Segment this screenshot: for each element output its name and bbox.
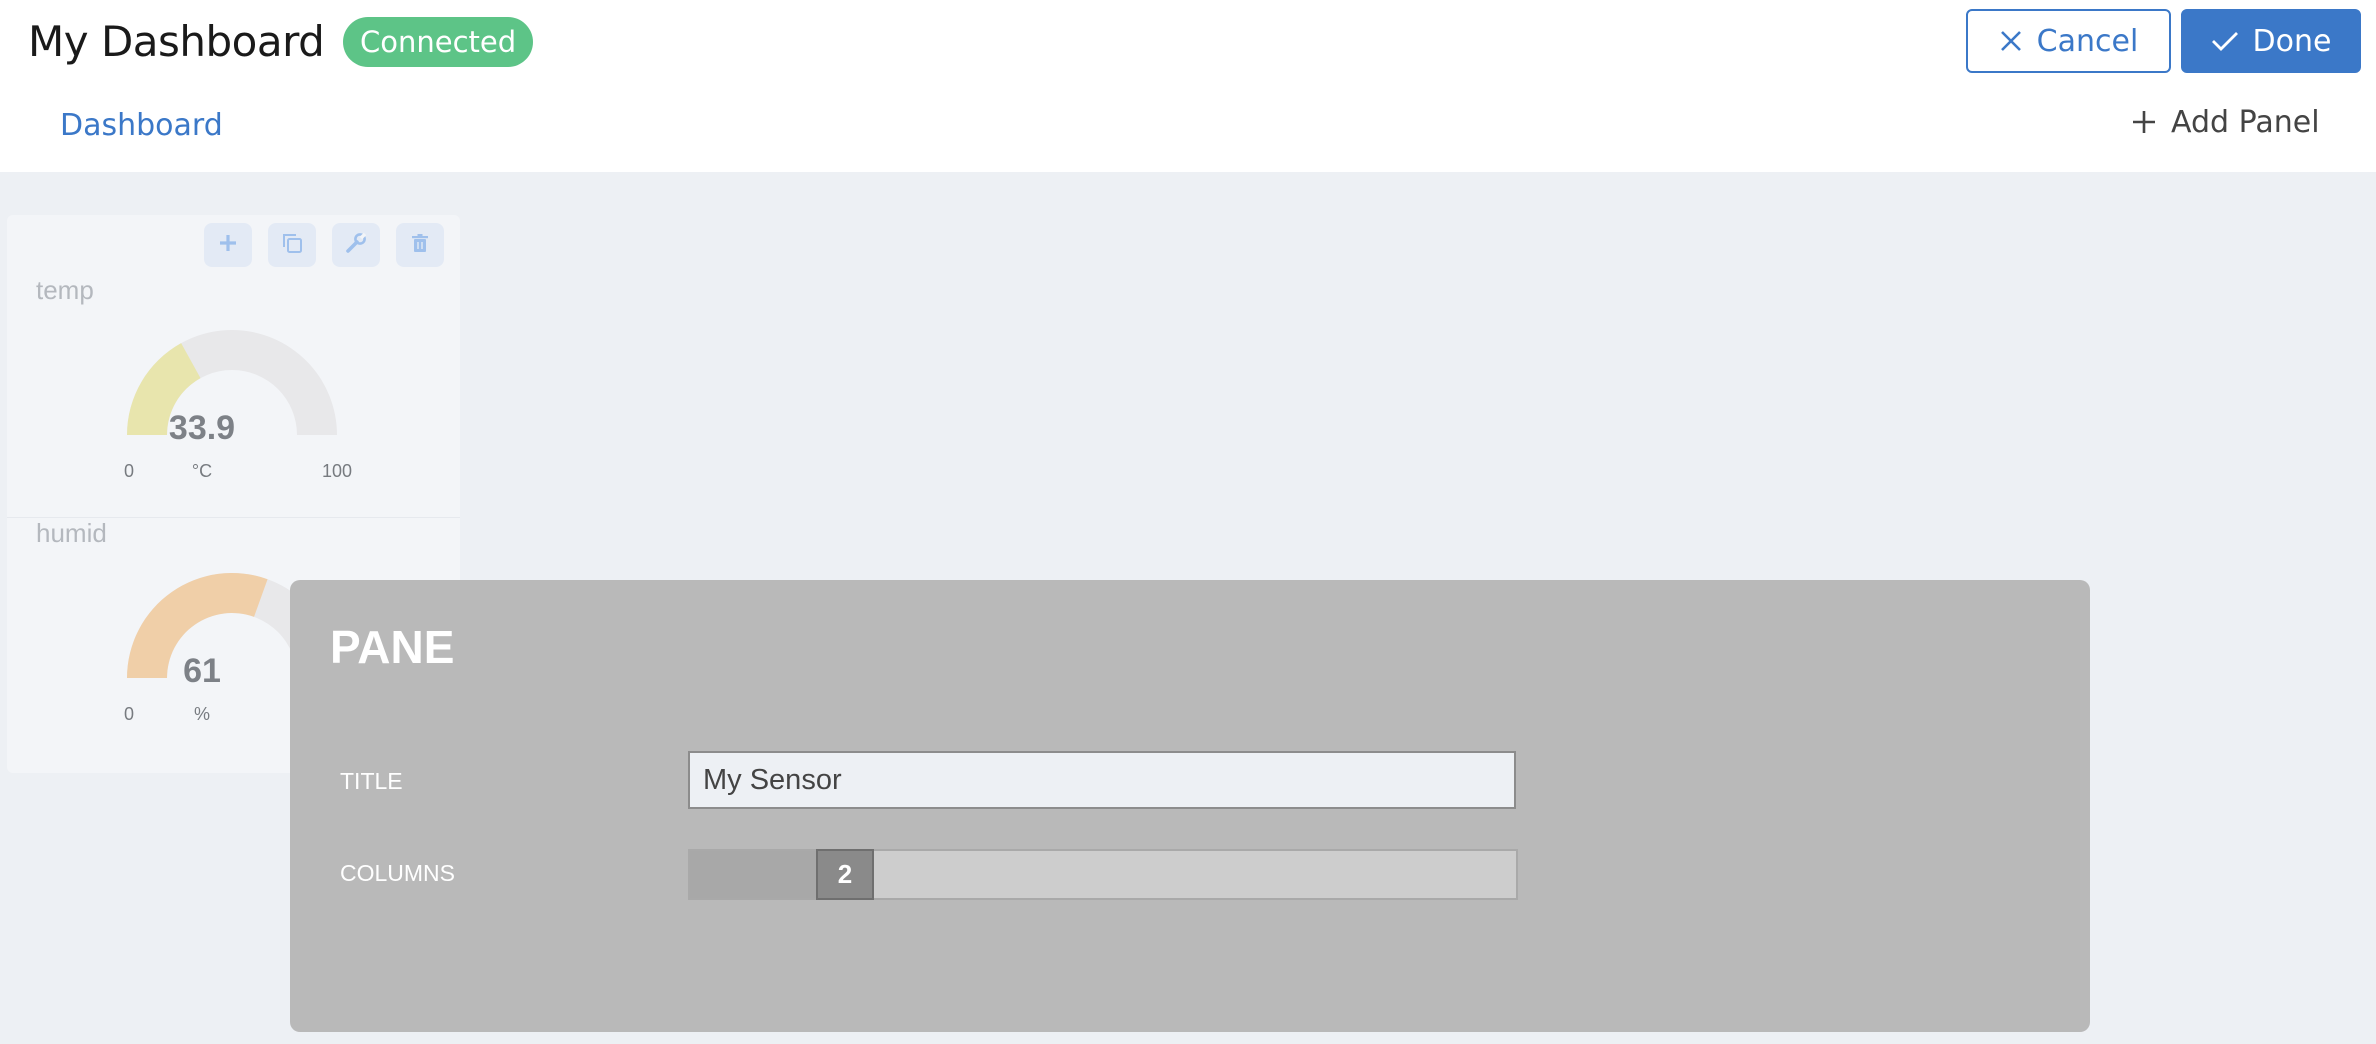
dialog-title: PANE [330, 621, 455, 673]
page-title: My Dashboard [28, 17, 325, 66]
title-field-label: TITLE [340, 768, 403, 794]
add-panel-label: Add Panel [2171, 104, 2320, 140]
done-button[interactable]: Done [2181, 9, 2361, 73]
gauge-unit: °C [191, 461, 213, 481]
close-icon [1999, 29, 2023, 53]
gauge-unit: % [193, 704, 210, 724]
plus-icon [217, 232, 239, 258]
add-panel-button[interactable]: Add Panel [2131, 100, 2320, 144]
status-badge: Connected [343, 17, 534, 67]
widget-title: temp [36, 275, 94, 305]
cancel-button[interactable]: Cancel [1966, 9, 2171, 73]
wrench-icon [344, 231, 368, 259]
columns-field-label: COLUMNS [340, 860, 456, 886]
gauge-min: 0 [123, 704, 134, 724]
copy-pane-button[interactable] [268, 223, 316, 267]
gauge-max: 100 [321, 461, 353, 481]
gauge-min: 0 [123, 461, 134, 481]
tab-dashboard[interactable]: Dashboard [60, 108, 223, 143]
done-button-label: Done [2252, 23, 2332, 59]
columns-slider[interactable]: 2 [688, 849, 1518, 900]
trash-icon [409, 232, 431, 258]
pane-toolbar [204, 223, 444, 267]
gauge-value: 33.9 [168, 409, 236, 447]
header: My Dashboard Connected Cancel Done Dashb… [0, 0, 2376, 172]
widget-title: humid [36, 518, 107, 548]
slider-handle[interactable]: 2 [816, 849, 874, 900]
add-widget-button[interactable] [204, 223, 252, 267]
checkmark-icon [2211, 29, 2239, 53]
pane-settings-dialog: PANE TITLE COLUMNS 2 [290, 580, 2090, 1032]
copy-icon [280, 231, 304, 259]
cancel-button-label: Cancel [2036, 23, 2139, 59]
edit-pane-button[interactable] [332, 223, 380, 267]
gauge-widget-temp: temp 33.9 °C 0 100 [7, 275, 460, 517]
title-input[interactable] [688, 751, 1516, 809]
gauge-value: 61 [183, 652, 221, 690]
delete-pane-button[interactable] [396, 223, 444, 267]
plus-icon [2131, 109, 2157, 135]
slider-fill [690, 851, 816, 898]
